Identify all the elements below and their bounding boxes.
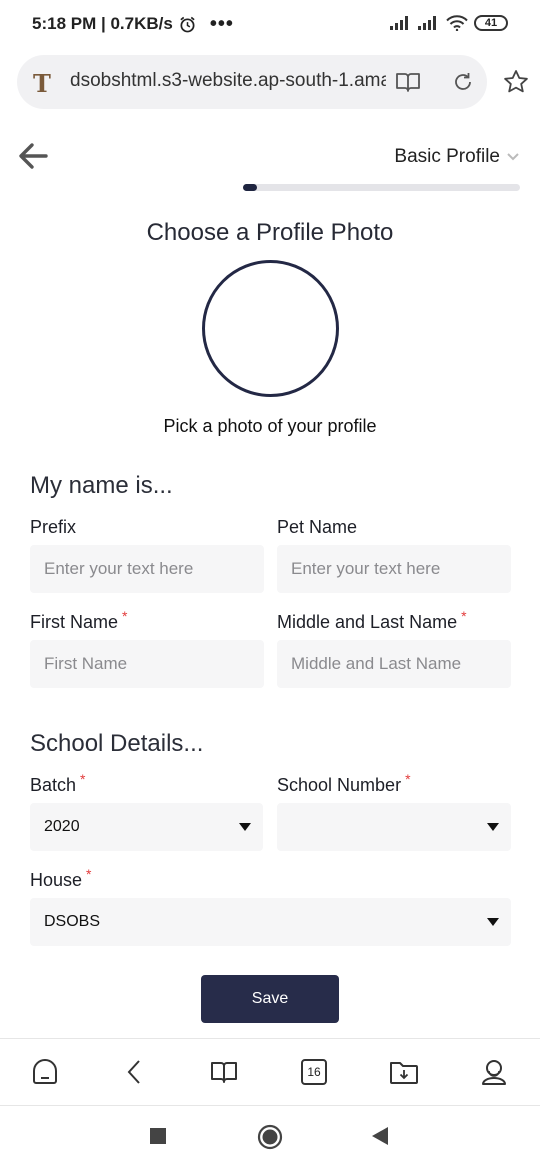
first-name-input[interactable] xyxy=(30,640,264,688)
browser-back-button[interactable] xyxy=(119,1057,149,1087)
progress-fill xyxy=(243,184,257,191)
first-name-label: First Name * xyxy=(30,608,128,632)
batch-value: 2020 xyxy=(44,818,80,835)
house-select[interactable]: DSOBS xyxy=(30,898,511,946)
status-bar: 5:18 PM | 0.7KB/s ••• 41 xyxy=(0,0,540,48)
downloads-button[interactable] xyxy=(389,1057,419,1087)
profile-photo-picker[interactable] xyxy=(202,260,339,397)
middle-last-name-label: Middle and Last Name * xyxy=(277,608,467,632)
name-section-title: My name is... xyxy=(30,472,173,499)
more-status-icon: ••• xyxy=(209,13,234,35)
batch-label: Batch * xyxy=(30,771,86,795)
browser-toolbar: 16 xyxy=(0,1038,540,1106)
status-time-speed: 5:18 PM | 0.7KB/s xyxy=(32,14,173,33)
back-triangle-icon[interactable] xyxy=(371,1126,389,1146)
book-icon xyxy=(211,1062,237,1083)
prefix-label: Prefix xyxy=(30,517,77,537)
wifi-icon xyxy=(446,15,468,31)
reload-icon[interactable] xyxy=(451,70,475,94)
profile-dropdown-label: Basic Profile xyxy=(394,146,500,167)
house-label: House * xyxy=(30,866,92,890)
signal-icon-2 xyxy=(418,16,436,30)
status-right: 41 xyxy=(390,15,508,31)
photo-caption: Pick a photo of your profile xyxy=(163,416,377,436)
required-mark: * xyxy=(80,771,86,787)
alarm-icon xyxy=(180,16,195,32)
site-favicon-icon: T xyxy=(33,69,51,98)
pet-name-input[interactable] xyxy=(277,545,511,593)
caret-down-icon xyxy=(487,823,499,831)
chevron-down-icon xyxy=(507,153,519,161)
tabs-button[interactable]: 16 xyxy=(299,1057,329,1087)
recents-square-icon[interactable] xyxy=(149,1127,167,1145)
home-icon xyxy=(33,1059,57,1084)
profile-button[interactable] xyxy=(479,1057,509,1087)
required-mark: * xyxy=(461,608,467,624)
school-section-title: School Details... xyxy=(30,730,204,757)
pet-name-label: Pet Name xyxy=(277,517,358,537)
chevron-left-icon xyxy=(127,1060,140,1084)
profile-section-dropdown[interactable]: Basic Profile xyxy=(394,146,520,168)
house-value: DSOBS xyxy=(44,913,101,930)
photo-title: Choose a Profile Photo xyxy=(146,219,394,246)
status-left: 5:18 PM | 0.7KB/s ••• xyxy=(32,14,234,34)
system-navigation-bar xyxy=(0,1107,540,1170)
url-text[interactable]: dsobshtml.s3-website.ap-south-1.amazonaw… xyxy=(70,70,386,92)
tabs-count: 16 xyxy=(301,1059,327,1085)
signal-icon xyxy=(390,16,408,30)
batch-select[interactable]: 2020 xyxy=(30,803,263,851)
required-mark: * xyxy=(86,866,92,882)
address-bar[interactable]: T dsobshtml.s3-website.ap-south-1.amazon… xyxy=(17,55,487,109)
save-button[interactable]: Save xyxy=(201,975,339,1023)
caret-down-icon xyxy=(487,918,499,926)
reader-mode-icon[interactable] xyxy=(395,70,421,94)
school-number-label: School Number * xyxy=(277,771,411,795)
required-mark: * xyxy=(405,771,411,787)
required-mark: * xyxy=(122,608,128,624)
middle-last-name-input[interactable] xyxy=(277,640,511,688)
bookmarks-button[interactable] xyxy=(209,1057,239,1087)
prefix-input[interactable] xyxy=(30,545,264,593)
user-icon xyxy=(482,1060,506,1085)
caret-down-icon xyxy=(239,823,251,831)
download-folder-icon xyxy=(390,1062,418,1084)
progress-bar xyxy=(243,184,520,191)
home-button[interactable] xyxy=(30,1057,60,1087)
home-circle-icon[interactable] xyxy=(257,1124,283,1150)
back-arrow-icon[interactable] xyxy=(18,142,48,170)
bookmark-star-icon[interactable] xyxy=(503,69,529,95)
school-number-select[interactable] xyxy=(277,803,511,851)
battery-icon: 41 xyxy=(474,15,508,31)
